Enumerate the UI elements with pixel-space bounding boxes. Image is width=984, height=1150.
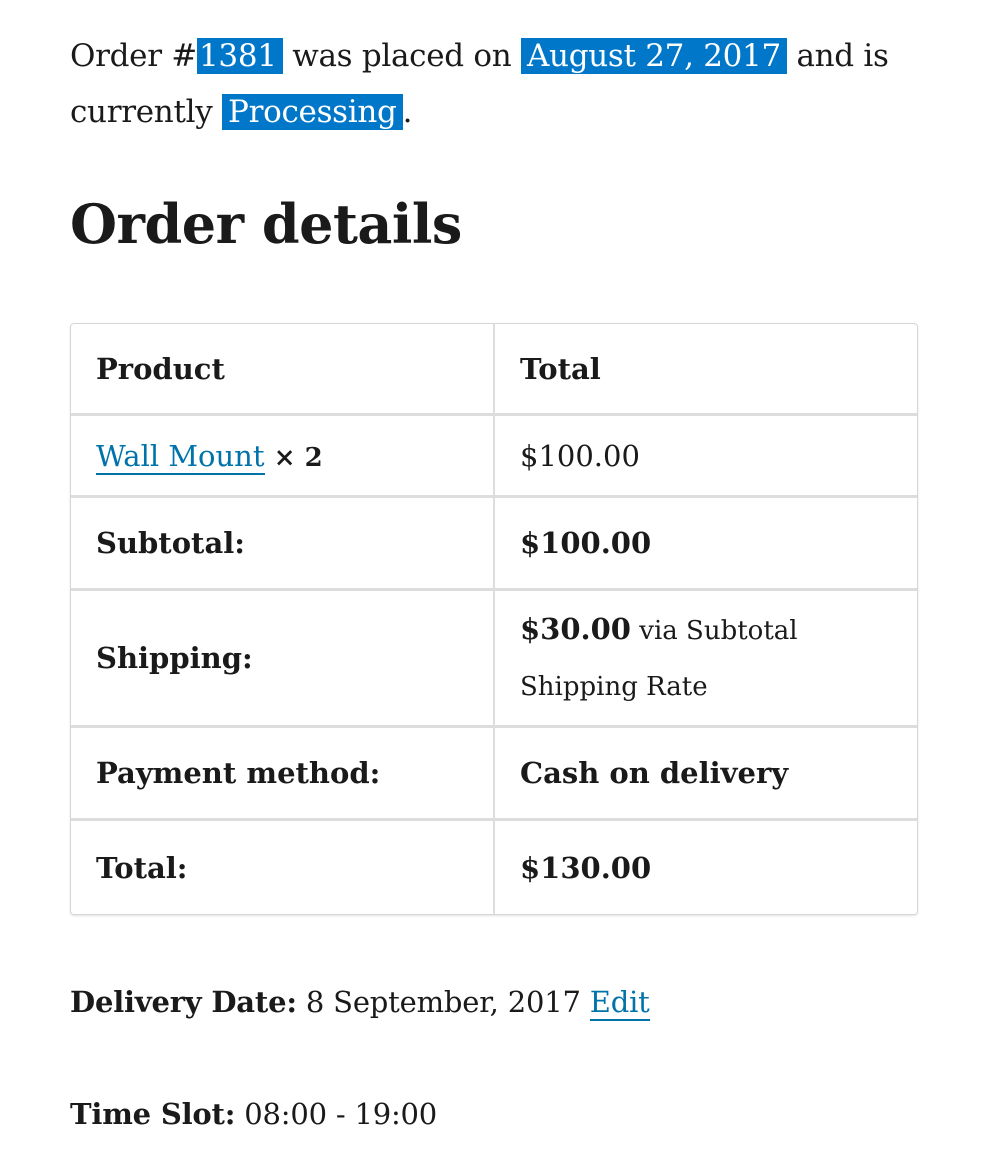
order-prefix: Order # <box>70 38 197 74</box>
product-total: $100.00 <box>495 416 917 498</box>
product-cell: Wall Mount × 2 <box>71 416 495 498</box>
header-product: Product <box>71 324 495 416</box>
order-end: . <box>402 94 413 130</box>
header-total: Total <box>495 324 917 416</box>
table-row: Wall Mount × 2 $100.00 <box>71 416 917 498</box>
delivery-date-label: Delivery Date: <box>70 985 297 1019</box>
delivery-date-value: 8 September, 2017 <box>305 985 581 1019</box>
order-number: 1381 <box>196 38 283 74</box>
subtotal-label: Subtotal: <box>71 498 495 591</box>
total-label: Total: <box>71 821 495 914</box>
order-details-heading: Order details <box>70 192 462 256</box>
shipping-amount: $30.00 <box>520 612 631 646</box>
time-slot-label: Time Slot: <box>70 1097 236 1131</box>
order-details-table: Product Total Wall Mount × 2 $100.00 Sub… <box>70 323 918 915</box>
product-quantity: × 2 <box>273 442 323 473</box>
shipping-row: Shipping: $30.00 via Subtotal Shipping R… <box>71 591 917 728</box>
shipping-label: Shipping: <box>71 591 495 728</box>
subtotal-row: Subtotal: $100.00 <box>71 498 917 591</box>
total-row: Total: $130.00 <box>71 821 917 914</box>
time-slot: Time Slot: 08:00 - 19:00 <box>70 1097 437 1131</box>
shipping-value: $30.00 via Subtotal Shipping Rate <box>495 591 917 728</box>
total-value: $130.00 <box>520 850 652 885</box>
order-middle: was placed on <box>282 38 521 74</box>
payment-row: Payment method: Cash on delivery <box>71 728 917 821</box>
payment-value: Cash on delivery <box>495 728 917 821</box>
edit-delivery-date-link[interactable]: Edit <box>589 985 650 1021</box>
payment-label: Payment method: <box>71 728 495 821</box>
order-date: August 27, 2017 <box>520 38 787 74</box>
order-summary-text: Order #1381 was placed on August 27, 201… <box>70 28 918 140</box>
order-status: Processing <box>222 94 403 130</box>
delivery-date: Delivery Date: 8 September, 2017 Edit <box>70 985 650 1021</box>
product-link[interactable]: Wall Mount <box>96 438 265 475</box>
time-slot-value: 08:00 - 19:00 <box>244 1097 438 1131</box>
subtotal-value: $100.00 <box>495 498 917 591</box>
table-header-row: Product Total <box>71 324 917 416</box>
